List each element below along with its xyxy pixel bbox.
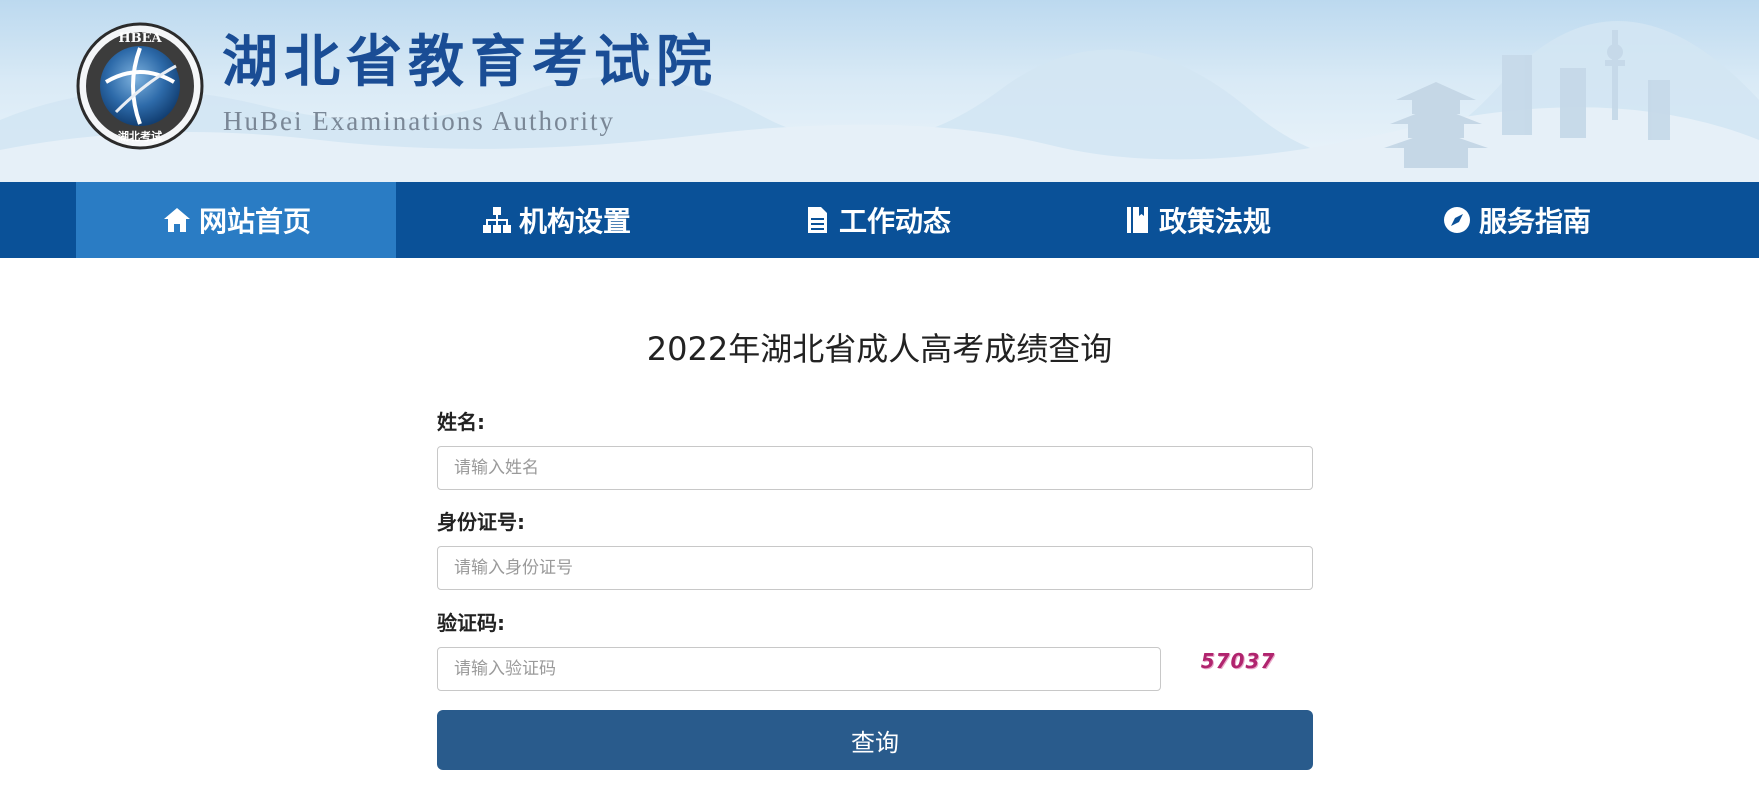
name-label: 姓名: [437,410,485,434]
captcha-label: 验证码: [437,611,505,635]
document-icon [807,207,827,233]
main-nav: 网站首页 机构设置 工作动态 政策法规 服务指南 [0,182,1759,258]
nav-item-service-guide[interactable]: 服务指南 [1356,182,1676,258]
globe-seal-icon: HBEA 湖北考试 [76,22,204,150]
page-title: 2022年湖北省成人高考成绩查询 [646,330,1113,368]
logo-seal-text: 湖北考试 [118,129,162,143]
nav-item-label: 机构设置 [518,205,631,238]
hbea-logo[interactable]: HBEA 湖北考试 [76,22,204,150]
nav-item-home[interactable]: 网站首页 [76,182,396,258]
logo-ring-text: HBEA [118,31,162,46]
org-chart-icon [482,207,511,233]
id-number-label: 身份证号: [437,510,525,534]
nav-item-policies[interactable]: 政策法规 [1036,182,1356,258]
home-icon [163,208,190,232]
query-button[interactable]: 查询 [437,710,1313,770]
nav-item-label: 网站首页 [198,205,311,238]
nav-item-label: 工作动态 [838,205,951,238]
compass-icon [1443,207,1470,233]
captcha-input[interactable] [437,647,1161,691]
nav-item-organization[interactable]: 机构设置 [396,182,716,258]
header-banner: HBEA 湖北考试 湖北省教育考试院 HuBei Examinations Au… [0,0,1759,182]
captcha-code: 57037 [1200,649,1276,673]
nav-item-label: 政策法规 [1158,205,1271,238]
name-input[interactable] [437,446,1313,490]
captcha-image[interactable]: 57037 [1198,643,1278,679]
site-subtitle: HuBei Examinations Authority [223,106,615,136]
nav-item-work-news[interactable]: 工作动态 [716,182,1036,258]
nav-item-label: 服务指南 [1478,205,1591,238]
site-title: 湖北省教育考试院 [222,29,718,95]
id-number-input[interactable] [437,546,1313,590]
book-icon [1126,207,1148,233]
